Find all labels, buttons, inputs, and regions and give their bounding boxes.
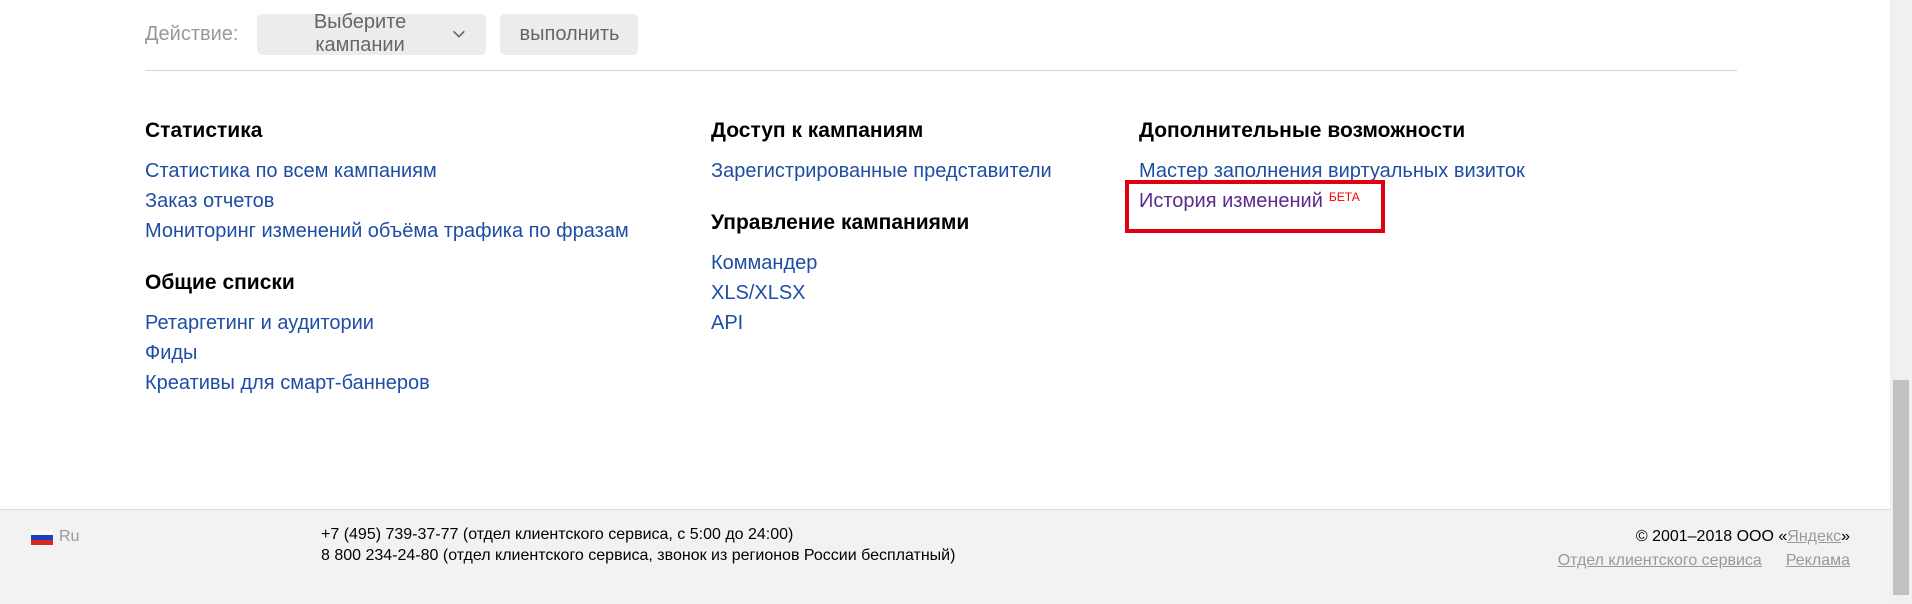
scrollbar-thumb[interactable] [1893, 380, 1909, 595]
select-campaigns-dropdown[interactable]: Выберите кампании [257, 11, 487, 56]
phone-line-1: +7 (495) 739-37-77 (отдел клиентского се… [321, 526, 794, 543]
section-title: Управление кампаниями [711, 211, 970, 234]
phone-line-2: 8 800 234-24-80 (отдел клиентского серви… [321, 547, 956, 564]
copyright-suffix: » [1841, 528, 1850, 545]
link-api[interactable]: API [711, 312, 743, 334]
section-campaign-access: Доступ к кампаниям Зарегистрированные пр… [711, 118, 1052, 186]
column-extras: Дополнительные возможности Мастер заполн… [1139, 118, 1525, 216]
divider [145, 70, 1737, 71]
link-smart-banner-creatives[interactable]: Креативы для смарт-баннеров [145, 372, 430, 394]
section-statistics: Статистика Статистика по всем кампаниям … [145, 118, 629, 246]
run-button[interactable]: выполнить [500, 13, 639, 55]
link-all-campaigns-stats[interactable]: Статистика по всем кампаниям [145, 160, 437, 182]
footer-links: Отдел клиентского сервиса Реклама [1558, 552, 1850, 570]
language-switcher[interactable]: Ru [31, 528, 79, 546]
link-retargeting[interactable]: Ретаргетинг и аудитории [145, 312, 374, 334]
language-label: Ru [59, 528, 80, 545]
link-traffic-monitoring[interactable]: Мониторинг изменений объёма трафика по ф… [145, 220, 629, 242]
column-access: Доступ к кампаниям Зарегистрированные пр… [711, 118, 1052, 338]
column-statistics: Статистика Статистика по всем кампаниям … [145, 118, 629, 398]
link-change-history[interactable]: История изменений [1139, 190, 1323, 212]
section-title: Статистика [145, 119, 263, 142]
select-campaigns-label: Выберите кампании [313, 11, 407, 56]
copyright-prefix: © 2001–2018 ООО « [1635, 528, 1788, 545]
client-service-link[interactable]: Отдел клиентского сервиса [1558, 552, 1762, 570]
section-additional-features: Дополнительные возможности Мастер заполн… [1139, 118, 1525, 216]
advertising-link[interactable]: Реклама [1786, 552, 1850, 570]
link-report-orders[interactable]: Заказ отчетов [145, 190, 274, 212]
scrollbar[interactable] [1890, 0, 1912, 604]
beta-badge: БЕТА [1328, 190, 1360, 204]
section-title: Общие списки [145, 271, 295, 294]
section-title: Дополнительные возможности [1139, 119, 1466, 142]
copyright: © 2001–2018 ООО «Яндекс» [1636, 528, 1850, 546]
link-vcard-wizard[interactable]: Мастер заполнения виртуальных визиток [1139, 160, 1525, 182]
section-shared-lists: Общие списки Ретаргетинг и аудитории Фид… [145, 270, 629, 398]
support-phones: +7 (495) 739-37-77 (отдел клиентского се… [321, 524, 955, 566]
link-feeds[interactable]: Фиды [145, 342, 197, 364]
link-commander[interactable]: Коммандер [711, 252, 817, 274]
link-registered-representatives[interactable]: Зарегистрированные представители [711, 160, 1052, 182]
yandex-link[interactable]: Яндекс [1787, 528, 1841, 545]
action-bar: Действие: Выберите кампании выполнить [145, 11, 639, 56]
chevron-down-icon [452, 30, 465, 38]
section-campaign-management: Управление кампаниями Коммандер XLS/XLSX… [711, 210, 1052, 338]
action-label: Действие: [145, 22, 239, 45]
russia-flag-icon [31, 529, 53, 545]
link-xls-xlsx[interactable]: XLS/XLSX [711, 282, 806, 304]
section-title: Доступ к кампаниям [711, 119, 924, 142]
